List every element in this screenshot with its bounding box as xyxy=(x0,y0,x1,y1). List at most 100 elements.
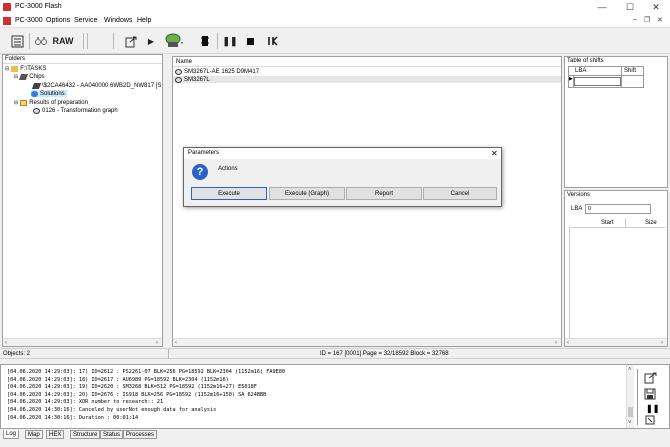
mdi-minimize-button[interactable]: – xyxy=(633,16,637,23)
scroll-right-icon[interactable]: › xyxy=(661,339,663,347)
log-line: [04.06.2020 14:29:03]: 20) ID=2676 : IS9… xyxy=(7,391,267,398)
collapse-icon[interactable]: ⊟ xyxy=(14,74,18,80)
log-line: [04.06.2020 14:29:03]: 17) ID=2612 : PS2… xyxy=(7,369,285,375)
list-item[interactable]: SM3267L-AE 1625 D9M417 xyxy=(175,68,259,75)
log-lines: [04.06.2020 14:29:03]: 17) ID=2612 : PS2… xyxy=(7,369,285,422)
binoculars-icon[interactable] xyxy=(34,32,48,50)
tree-item-solutions[interactable]: Solutions xyxy=(31,90,67,97)
shifts-col-lba[interactable]: LBA xyxy=(575,68,586,74)
scroll-right-icon[interactable]: › xyxy=(156,339,158,347)
graph-icon xyxy=(33,107,40,114)
pause-icon[interactable]: ❚❚ xyxy=(222,32,237,50)
shifts-col-shift[interactable]: Shift xyxy=(624,68,636,74)
menu-pc3000[interactable]: PC-3000 xyxy=(15,17,43,24)
mdi-restore-button[interactable]: ❐ xyxy=(644,16,650,24)
tree-item-chip-entry[interactable]: \$2CA46432 - AA040000 6WB2D_NW817 [S xyxy=(31,82,161,89)
close-button[interactable]: ✕ xyxy=(646,1,666,13)
versions-lba-input[interactable] xyxy=(585,204,651,214)
save-log-icon[interactable] xyxy=(644,388,658,401)
status-info: ID = 167 [0001] Page = 32/18592 Block = … xyxy=(320,351,449,357)
toolbar-separator xyxy=(29,33,30,49)
shifts-panel: Table of shifts LBA Shift ▶ xyxy=(564,56,668,188)
clear-log-icon[interactable] xyxy=(644,415,658,427)
menu-bar: PC-3000 Options Service Windows Help – ❐… xyxy=(0,14,670,28)
title-bar: PC-3000 Flash — ☐ ✕ xyxy=(0,0,670,14)
log-vscrollbar[interactable]: ˄ ˅ xyxy=(626,365,634,428)
scroll-down-icon[interactable]: ˅ xyxy=(628,419,632,427)
tab-status[interactable]: Status xyxy=(100,430,124,439)
properties-icon[interactable] xyxy=(8,32,26,50)
mdi-app-icon[interactable] xyxy=(3,17,11,25)
tree-item-chips[interactable]: ⊟ Chips xyxy=(14,73,45,80)
toolbar-separator xyxy=(87,33,88,49)
folder-icon xyxy=(11,65,19,72)
mdi-close-button[interactable]: ✕ xyxy=(657,16,663,24)
export-log-icon[interactable] xyxy=(644,371,658,384)
pause-log-icon[interactable]: ❚❚ xyxy=(646,404,659,413)
folders-header: Folders xyxy=(5,56,26,62)
scroll-left-icon[interactable]: ‹ xyxy=(175,339,177,347)
scroll-up-icon[interactable]: ˄ xyxy=(628,366,632,374)
collapse-icon[interactable]: ⊟ xyxy=(14,100,18,106)
folders-hscrollbar[interactable]: ‹ › xyxy=(3,338,162,346)
tab-structure[interactable]: Structure xyxy=(70,430,101,439)
name-list-hscrollbar[interactable]: ‹ › xyxy=(173,338,561,346)
log-panel: [04.06.2020 14:29:03]: 17) ID=2612 : PS2… xyxy=(0,364,670,429)
versions-col-start[interactable]: Start xyxy=(601,220,614,226)
tree-item-results[interactable]: ⊟ Results of preparation xyxy=(14,99,88,106)
export-icon[interactable] xyxy=(123,32,139,50)
chip-icon[interactable] xyxy=(199,32,211,50)
dialog-close-button[interactable]: ✕ xyxy=(491,149,498,158)
tree-item-transformation-graph[interactable]: 0126 - Transformation graph xyxy=(33,107,118,114)
minimize-button[interactable]: — xyxy=(592,1,612,13)
shifts-lba-cell[interactable] xyxy=(574,77,621,86)
scroll-right-icon[interactable]: › xyxy=(555,339,557,347)
dialog-title-bar[interactable]: Parameters ✕ xyxy=(184,148,501,159)
window-title: PC-3000 Flash xyxy=(15,3,62,10)
menu-help[interactable]: Help xyxy=(137,17,151,24)
parameters-dialog: Parameters ✕ ? Actions Execute Execute (… xyxy=(183,147,502,207)
maximize-button[interactable]: ☐ xyxy=(620,1,640,13)
collapse-icon[interactable]: ⊟ xyxy=(5,66,9,72)
raw-button[interactable]: RAW xyxy=(52,32,74,50)
menu-service[interactable]: Service xyxy=(74,17,97,24)
splitter[interactable] xyxy=(164,54,172,347)
menu-windows[interactable]: Windows xyxy=(104,17,132,24)
menu-options[interactable]: Options xyxy=(46,17,70,24)
dialog-title: Parameters xyxy=(188,150,220,156)
toolbar-separator xyxy=(217,33,218,49)
reset-icon[interactable] xyxy=(266,32,280,50)
versions-col-size[interactable]: Size xyxy=(645,220,657,226)
chip-tool-icon[interactable] xyxy=(163,32,185,50)
app-logo-icon xyxy=(3,3,11,11)
log-line: [04.06.2020 14:29:03]: 19) ID=2620 : SM3… xyxy=(7,384,257,391)
versions-lba-label: LBA xyxy=(571,206,583,212)
scroll-thumb[interactable] xyxy=(628,407,633,417)
execute-button[interactable]: Execute xyxy=(191,187,267,200)
play-icon[interactable]: ▶ xyxy=(146,32,156,50)
name-column-header[interactable]: Name xyxy=(176,59,192,65)
versions-panel: Versions LBA Start Size ‹ › xyxy=(564,190,668,347)
stop-icon[interactable] xyxy=(244,32,256,50)
status-bar: Objects: 2 ID = 167 [0001] Page = 32/185… xyxy=(0,348,670,359)
chip-icon xyxy=(31,82,42,89)
list-item[interactable]: SM3267L xyxy=(173,76,561,83)
tab-processes[interactable]: Processes xyxy=(123,430,158,439)
tab-map[interactable]: Map xyxy=(25,430,43,439)
objects-count: Objects: 2 xyxy=(3,351,31,357)
tab-hex[interactable]: HEX xyxy=(46,430,65,439)
question-icon: ? xyxy=(192,164,208,180)
scroll-left-icon[interactable]: ‹ xyxy=(567,339,569,347)
cancel-button[interactable]: Cancel xyxy=(423,187,497,200)
tree-item-tasks[interactable]: ⊟ F:\TASKS xyxy=(5,65,46,72)
versions-title: Versions xyxy=(567,192,591,198)
scroll-left-icon[interactable]: ‹ xyxy=(5,339,7,347)
report-button[interactable]: Report xyxy=(346,187,422,200)
toolbar-separator xyxy=(113,33,114,49)
dialog-message: Actions xyxy=(218,166,238,172)
log-line: [04.06.2020 14:30:16]: Duration : 00:01:… xyxy=(7,414,139,421)
execute-graph-button[interactable]: Execute (Graph) xyxy=(269,187,345,200)
tab-log[interactable]: Log xyxy=(3,430,20,439)
log-line: [04.06.2020 14:30:16]: Canceled by userN… xyxy=(7,406,217,413)
versions-hscrollbar[interactable]: ‹ › xyxy=(565,338,667,346)
